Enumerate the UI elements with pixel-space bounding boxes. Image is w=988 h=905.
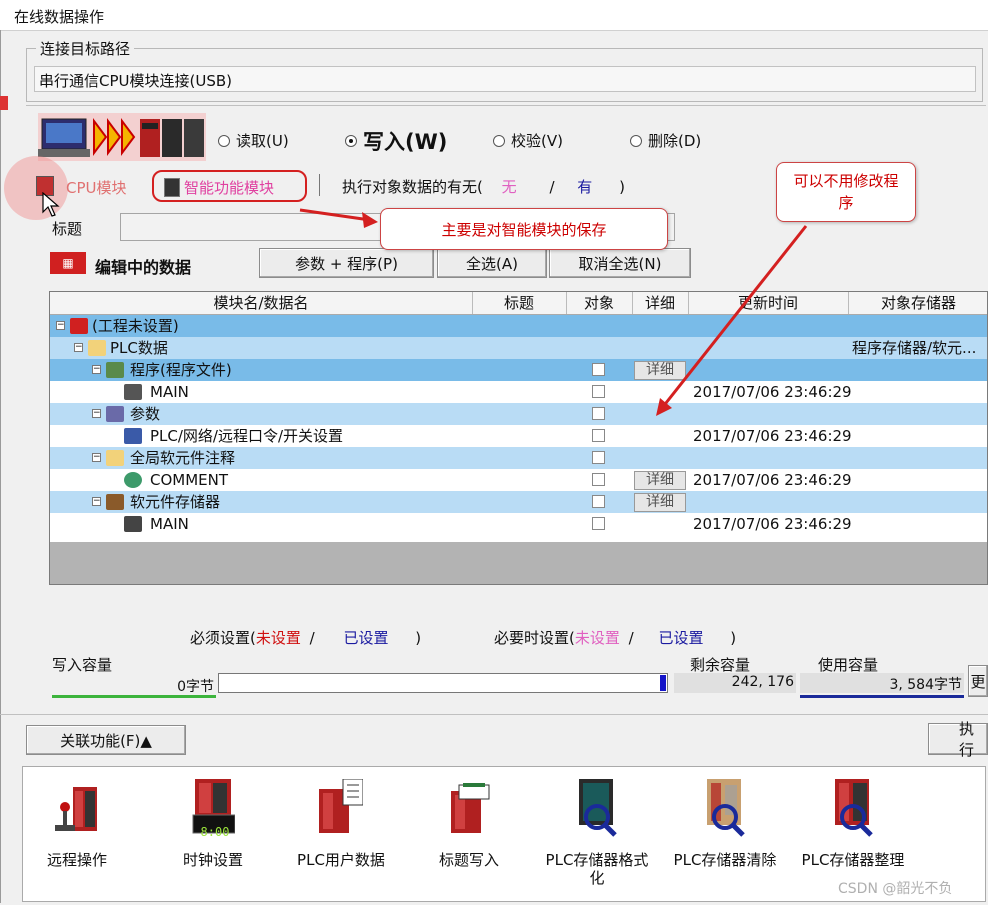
watermark: CSDN @韶光不负: [838, 881, 953, 897]
annotation-arrows: [299, 208, 808, 416]
callout-intelligent-save: 主要是对智能模块的保存: [380, 208, 668, 250]
callout-no-modify-program: 可以不用修改程序: [776, 162, 916, 222]
